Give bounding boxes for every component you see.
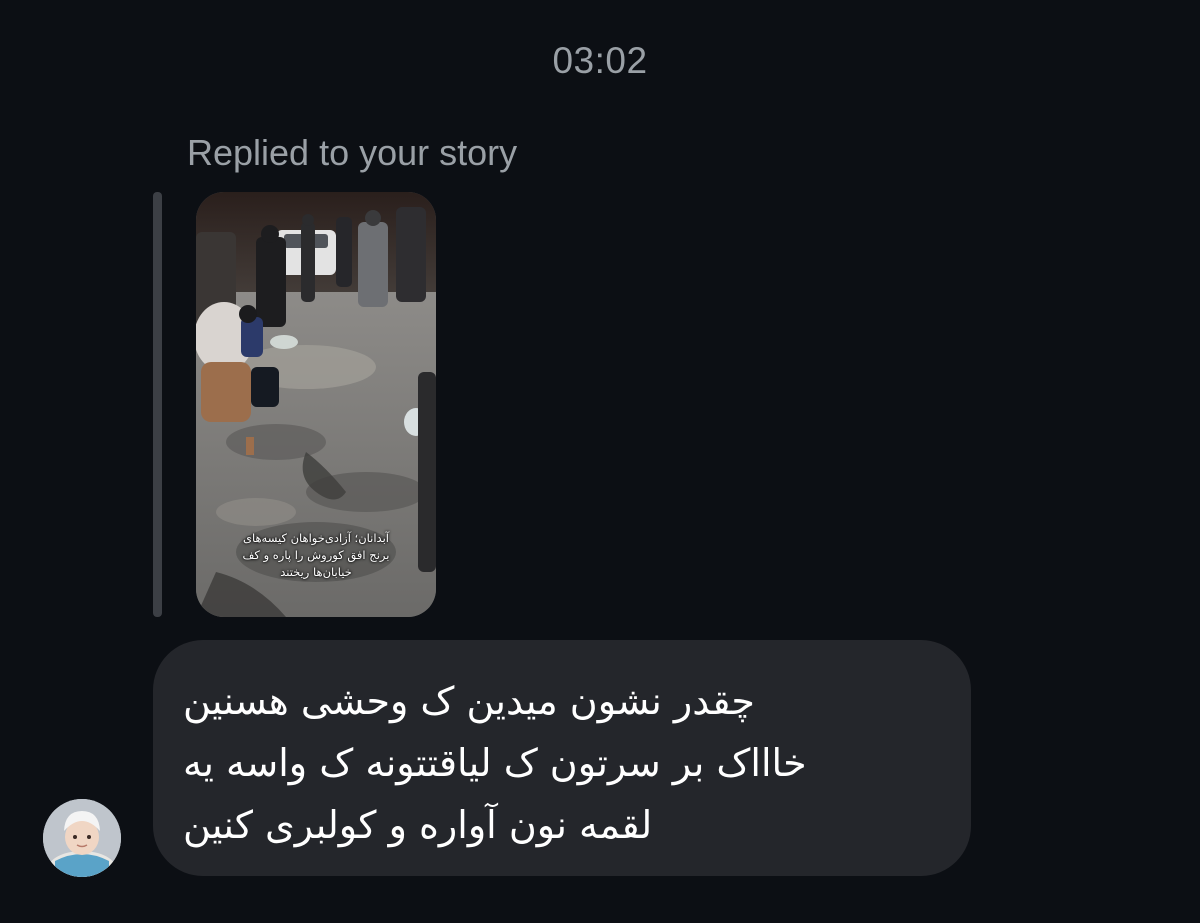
baby-avatar-icon xyxy=(43,799,121,877)
message-line: لقمه نون آواره و کولبری کنین xyxy=(183,803,653,847)
story-preview-thumbnail[interactable]: آبدانان؛ آزادی‌خواهان کیسه‌های برنج افق … xyxy=(196,192,436,617)
story-caption: آبدانان؛ آزادی‌خواهان کیسه‌های برنج افق … xyxy=(210,530,422,581)
story-caption-line: برنج افق کوروش را پاره و کف xyxy=(242,548,390,562)
message-line: خاااک بر سرتون ک لیاقتتونه ک واسه یه xyxy=(183,741,807,785)
sender-avatar[interactable] xyxy=(43,799,121,877)
message-text: چقدر نشون میدین ک وحشی هسنین خاااک بر سر… xyxy=(183,670,943,856)
message-bubble[interactable]: چقدر نشون میدین ک وحشی هسنین خاااک بر سر… xyxy=(153,640,971,876)
story-caption-line: خیابان‌ها ریختند xyxy=(280,565,352,579)
reply-quote-bar xyxy=(153,192,162,617)
story-caption-line: آبدانان؛ آزادی‌خواهان کیسه‌های xyxy=(242,531,389,545)
story-reply-label: Replied to your story xyxy=(187,132,518,173)
message-line: چقدر نشون میدین ک وحشی هسنین xyxy=(183,679,755,723)
message-timestamp: 03:02 xyxy=(552,40,648,81)
